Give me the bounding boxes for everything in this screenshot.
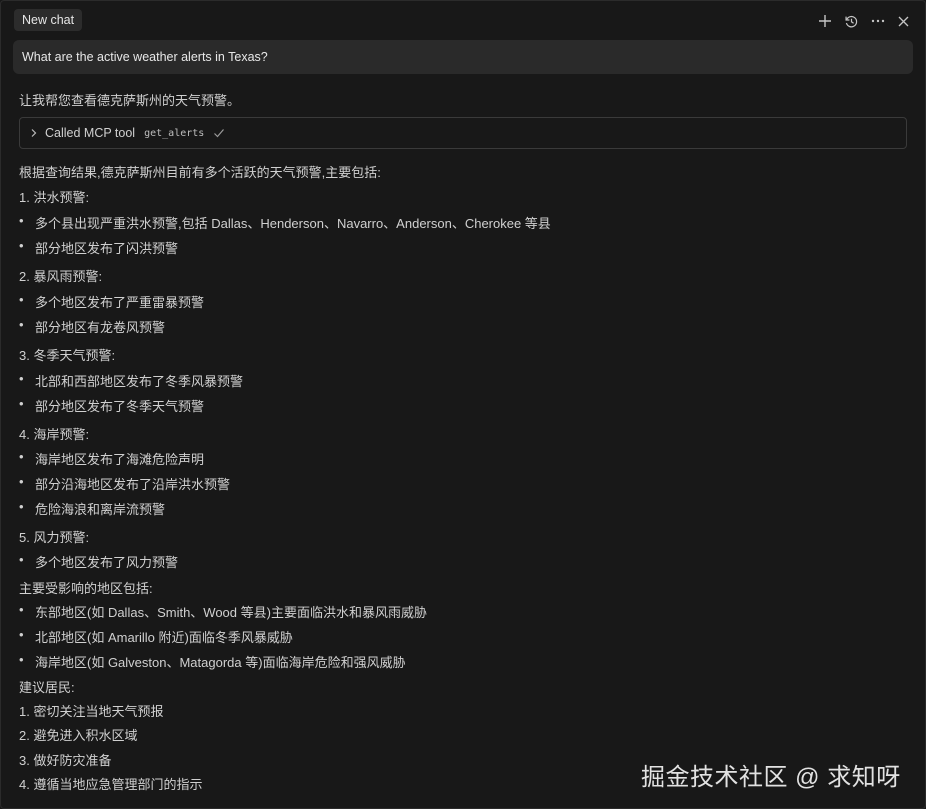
list-item: 2. 避免进入积水区域: [19, 728, 138, 743]
tool-name: get_alerts: [144, 127, 205, 139]
close-icon: [898, 16, 908, 26]
close-button[interactable]: [893, 11, 913, 31]
user-query-bubble: What are the active weather alerts in Te…: [13, 40, 913, 74]
summary-text: 根据查询结果,德克萨斯州目前有多个活跃的天气预警,主要包括:: [19, 165, 381, 180]
tool-call-block[interactable]: Called MCP tool get_alerts: [19, 117, 907, 149]
ellipsis-icon: [871, 19, 885, 23]
watermark: 掘金技术社区 @ 求知呀: [641, 764, 901, 791]
history-button[interactable]: [841, 11, 861, 31]
add-chat-button[interactable]: [815, 11, 835, 31]
history-icon: [844, 15, 857, 27]
section-heading: 4. 海岸预警:: [19, 427, 90, 442]
list-item: 3. 做好防灾准备: [19, 753, 112, 768]
check-icon: [213, 127, 225, 139]
chat-header: New chat: [0, 0, 926, 40]
section-heading: 3. 冬季天气预警:: [19, 348, 116, 363]
tab-new-chat[interactable]: New chat: [14, 9, 83, 31]
section-heading: 1. 洪水预警:: [19, 190, 90, 205]
list-item: 1. 密切关注当地天气预报: [19, 704, 164, 719]
more-actions-button[interactable]: [868, 11, 888, 31]
assistant-intro: 让我帮您查看德克萨斯州的天气预警。: [19, 93, 241, 108]
section-heading: 5. 风力预警:: [19, 530, 90, 545]
section-heading: 2. 暴风雨预警:: [19, 269, 103, 284]
list-item: 4. 遵循当地应急管理部门的指示: [19, 777, 203, 792]
chevron-right-icon[interactable]: [29, 128, 41, 138]
advice-heading: 建议居民:: [19, 680, 75, 695]
plus-icon: [819, 15, 831, 27]
tool-call-label: Called MCP tool: [45, 126, 136, 140]
affected-heading: 主要受影响的地区包括:: [19, 581, 153, 596]
